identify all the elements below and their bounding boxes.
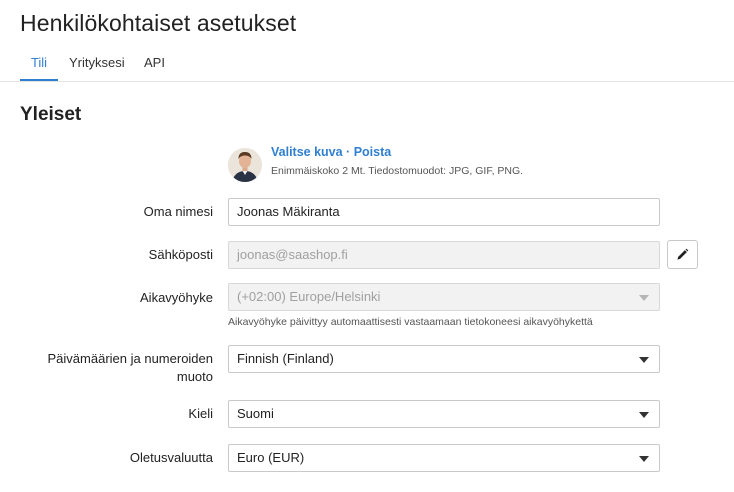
- currency-label: Oletusvaluutta: [129, 450, 213, 465]
- locale-select[interactable]: Finnish (Finland): [228, 345, 660, 373]
- tab-api[interactable]: API: [144, 55, 165, 81]
- tab-tili[interactable]: Tili: [20, 55, 58, 81]
- tab-bar: Tili Yrityksesi API: [0, 48, 734, 82]
- pencil-icon: [677, 248, 689, 260]
- caret-down-icon: [639, 357, 649, 363]
- caret-down-icon: [639, 295, 649, 301]
- email-field-value: joonas@saashop.fi: [237, 247, 348, 262]
- locale-select-value: Finnish (Finland): [237, 351, 334, 366]
- photo-hint: Enimmäiskoko 2 Mt. Tiedostomuodot: JPG, …: [271, 165, 524, 177]
- caret-down-icon: [639, 412, 649, 418]
- name-input-value: Joonas Mäkiranta: [237, 204, 340, 219]
- language-select[interactable]: Suomi: [228, 400, 660, 428]
- name-input[interactable]: Joonas Mäkiranta: [228, 198, 660, 226]
- name-label: Oma nimesi: [143, 204, 213, 219]
- timezone-label: Aikavyöhyke: [140, 290, 213, 305]
- photo-links: Valitse kuva · Poista: [271, 145, 391, 159]
- avatar-image: [228, 148, 262, 182]
- avatar: [228, 148, 262, 182]
- locale-label: Päivämäärien ja numeroiden muoto: [47, 351, 213, 384]
- currency-select[interactable]: Euro (EUR): [228, 444, 660, 472]
- language-label: Kieli: [188, 406, 213, 421]
- currency-select-value: Euro (EUR): [237, 450, 305, 465]
- tab-yrityksesi[interactable]: Yrityksesi: [69, 55, 125, 81]
- language-select-value: Suomi: [237, 406, 274, 421]
- timezone-select: (+02:00) Europe/Helsinki: [228, 283, 660, 311]
- email-label: Sähköposti: [148, 247, 213, 262]
- edit-email-button[interactable]: [667, 240, 698, 269]
- section-title: Yleiset: [20, 104, 82, 125]
- caret-down-icon: [639, 456, 649, 462]
- choose-photo-link[interactable]: Valitse kuva: [271, 145, 343, 159]
- email-field: joonas@saashop.fi: [228, 241, 660, 269]
- page-title: Henkilökohtaiset asetukset: [20, 10, 297, 36]
- link-separator: ·: [342, 145, 354, 159]
- timezone-select-value: (+02:00) Europe/Helsinki: [237, 289, 381, 304]
- remove-photo-link[interactable]: Poista: [354, 145, 392, 159]
- timezone-help: Aikavyöhyke päivittyy automaattisesti va…: [228, 316, 593, 328]
